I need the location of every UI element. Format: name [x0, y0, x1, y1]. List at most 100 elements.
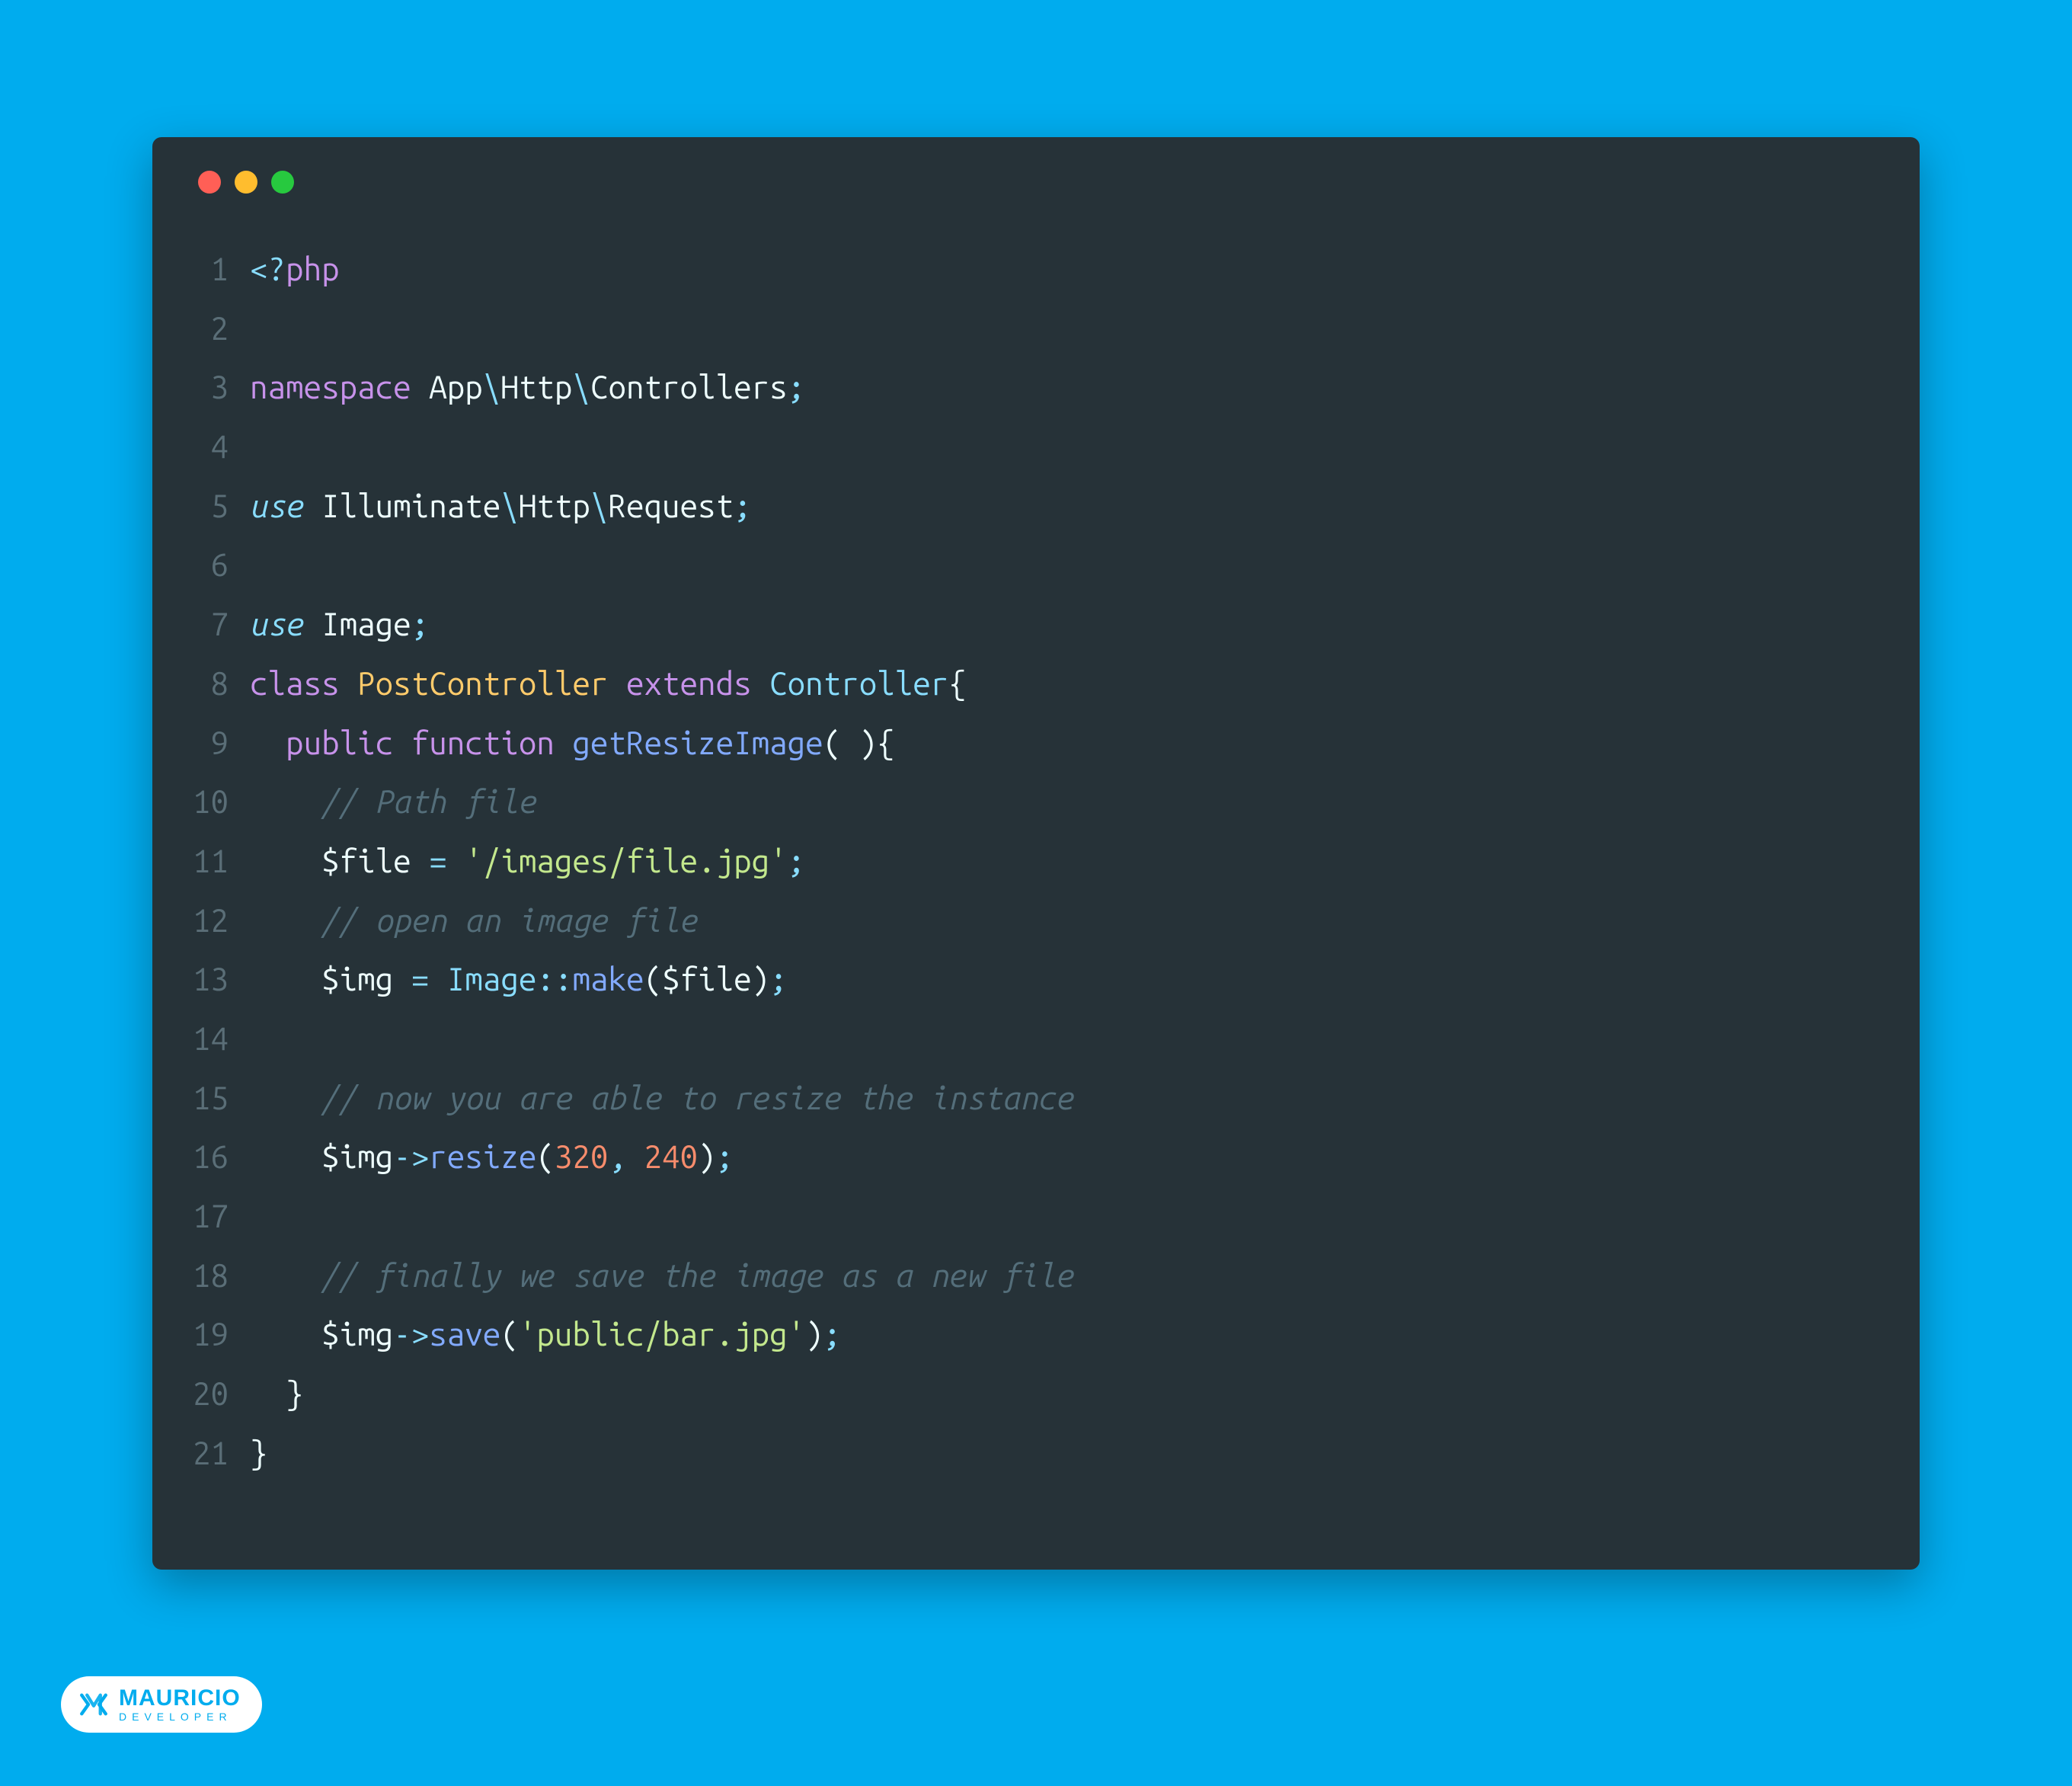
code-token: Illuminate [304, 488, 501, 523]
code-token: \ [500, 488, 519, 523]
line-number: 18 [190, 1246, 229, 1305]
code-line: <?php [250, 239, 1882, 299]
code-token: function [411, 725, 555, 760]
code-token: ( ) [823, 725, 878, 760]
code-token: -> [393, 1316, 429, 1352]
code-token: // open an image file [321, 902, 698, 938]
code-token [250, 783, 321, 819]
code-token: Image [447, 961, 537, 997]
code-token [393, 961, 411, 997]
line-number: 2 [190, 299, 229, 358]
code-line: } [250, 1364, 1882, 1423]
code-token [250, 1375, 286, 1411]
code-token: 320 [555, 1138, 609, 1174]
code-token: } [250, 1435, 268, 1471]
code-line: // open an image file [250, 891, 1882, 950]
code-line: public function getResizeImage( ){ [250, 713, 1882, 773]
code-token [250, 1138, 321, 1174]
author-badge: MAURICIO DEVELOPER [61, 1676, 262, 1733]
code-token: save [429, 1316, 500, 1352]
code-line: $img->resize(320, 240); [250, 1127, 1882, 1186]
badge-text: MAURICIO DEVELOPER [119, 1687, 241, 1722]
code-line: $file = '/images/file.jpg'; [250, 831, 1882, 891]
code-editor-window: 123456789101112131415161718192021 <?php … [152, 137, 1920, 1570]
code-token: $img [321, 1138, 393, 1174]
code-token: $file [662, 961, 752, 997]
code-token: -> [393, 1138, 429, 1174]
code-content[interactable]: <?php namespace App\Http\Controllers; us… [250, 239, 1882, 1482]
code-token: { [948, 665, 967, 701]
code-line: // now you are able to resize the instan… [250, 1068, 1882, 1128]
line-number: 5 [190, 476, 229, 536]
code-line: namespace App\Http\Controllers; [250, 357, 1882, 417]
code-token: php [286, 251, 340, 286]
code-token: ; [734, 488, 752, 523]
code-token [250, 1080, 321, 1115]
line-number: 8 [190, 654, 229, 713]
window-controls [198, 171, 1882, 194]
line-number: 15 [190, 1068, 229, 1128]
code-line [250, 535, 1882, 594]
code-token [250, 843, 321, 879]
line-number: 20 [190, 1364, 229, 1423]
code-token: PostController [357, 665, 608, 701]
code-line [250, 299, 1882, 358]
code-token: namespace [250, 369, 411, 405]
code-token: // finally we save the image as a new fi… [321, 1257, 1074, 1293]
code-token [250, 902, 321, 938]
code-token: ( [644, 961, 663, 997]
code-area: 123456789101112131415161718192021 <?php … [190, 239, 1882, 1482]
code-line: use Illuminate\Http\Request; [250, 476, 1882, 536]
line-number: 10 [190, 772, 229, 831]
code-token [250, 961, 321, 997]
code-token: Controllers [590, 369, 788, 405]
line-number: 14 [190, 1009, 229, 1068]
code-token: ( [500, 1316, 519, 1352]
code-token: ) [805, 1316, 823, 1352]
code-token [429, 961, 447, 997]
code-token [447, 843, 465, 879]
code-token: use [250, 606, 304, 642]
line-number: 13 [190, 949, 229, 1009]
code-token [608, 665, 626, 701]
maximize-icon[interactable] [271, 171, 294, 194]
line-number: 21 [190, 1423, 229, 1483]
close-icon[interactable] [198, 171, 221, 194]
line-number-gutter: 123456789101112131415161718192021 [190, 239, 250, 1482]
code-token [555, 725, 573, 760]
code-token: Http [519, 488, 590, 523]
code-line: $img = Image::make($file); [250, 949, 1882, 1009]
badge-name: MAURICIO [119, 1687, 241, 1710]
line-number: 11 [190, 831, 229, 891]
code-token [250, 1257, 321, 1293]
line-number: 16 [190, 1127, 229, 1186]
code-token: public [286, 725, 393, 760]
code-token [340, 665, 358, 701]
code-token: \ [572, 369, 590, 405]
code-token: ; [716, 1138, 734, 1174]
code-token [250, 1316, 321, 1352]
code-line: use Image; [250, 594, 1882, 654]
code-token [250, 725, 286, 760]
code-token: make [572, 961, 644, 997]
code-token: // now you are able to resize the instan… [321, 1080, 1074, 1115]
code-token: ; [788, 369, 806, 405]
code-token: = [429, 843, 447, 879]
code-token: $img [321, 1316, 393, 1352]
code-line: // Path file [250, 772, 1882, 831]
minimize-icon[interactable] [235, 171, 257, 194]
code-token: ) [752, 961, 770, 997]
code-token [626, 1138, 644, 1174]
line-number: 19 [190, 1304, 229, 1364]
code-token: 240 [644, 1138, 699, 1174]
line-number: 1 [190, 239, 229, 299]
code-token: // Path file [321, 783, 555, 819]
code-token: = [411, 961, 430, 997]
code-token: \ [483, 369, 501, 405]
code-token [393, 725, 411, 760]
line-number: 6 [190, 535, 229, 594]
code-line: } [250, 1423, 1882, 1483]
logo-icon [78, 1688, 110, 1720]
code-token: use [250, 488, 304, 523]
code-token: <? [250, 251, 286, 286]
